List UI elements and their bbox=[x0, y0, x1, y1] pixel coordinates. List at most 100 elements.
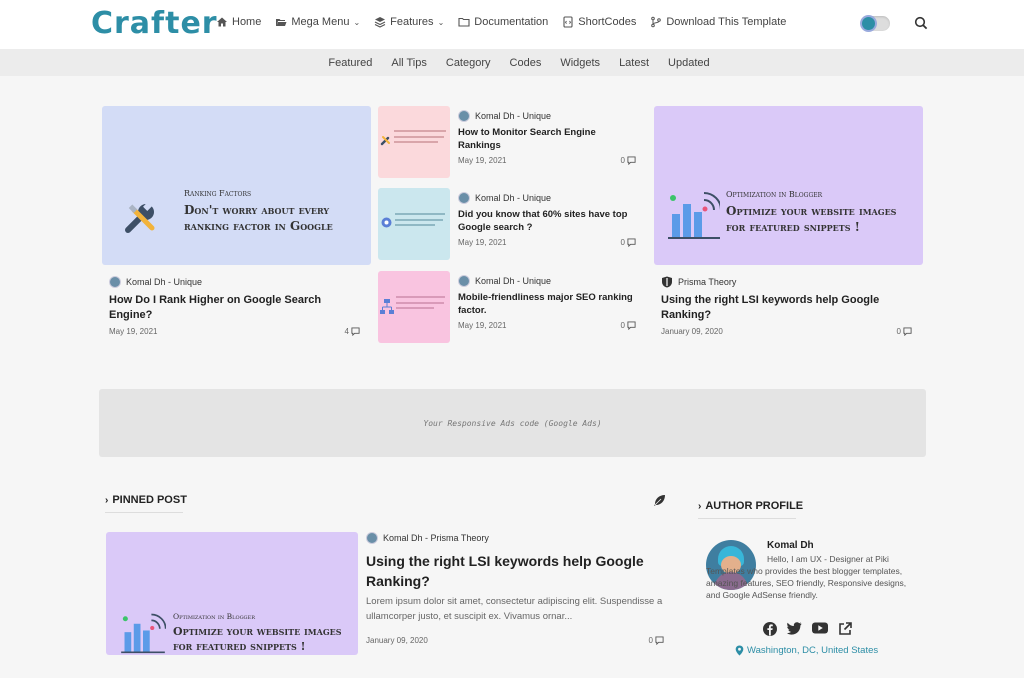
author-location[interactable]: Washington, DC, United States bbox=[735, 645, 878, 656]
comment-count[interactable]: 0 bbox=[621, 156, 636, 165]
nav-documentation[interactable]: Documentation bbox=[458, 16, 548, 28]
twitter-icon[interactable] bbox=[787, 622, 802, 635]
chevron-down-icon: ⌄ bbox=[353, 17, 361, 27]
site-header: Crafter Home Mega Menu ⌄ Features ⌄ Docu… bbox=[0, 0, 1024, 49]
chevron-right-icon: › bbox=[105, 494, 109, 506]
subnav-featured[interactable]: Featured bbox=[328, 57, 372, 69]
post-author[interactable]: Prisma Theory bbox=[661, 276, 916, 288]
post-author[interactable]: Komal Dh - Unique bbox=[109, 276, 364, 288]
subnav-codes[interactable]: Codes bbox=[510, 57, 542, 69]
comment-icon bbox=[655, 636, 664, 645]
post-title[interactable]: How Do I Rank Higher on Google Search En… bbox=[109, 293, 364, 323]
main-nav: Home Mega Menu ⌄ Features ⌄ Documentatio… bbox=[216, 16, 786, 28]
post-date: January 09, 2020 bbox=[366, 636, 428, 645]
post-title[interactable]: Using the right LSI keywords help Google… bbox=[661, 293, 916, 323]
nav-home-label: Home bbox=[232, 16, 262, 28]
nav-documentation-label: Documentation bbox=[474, 16, 549, 28]
subnav-category[interactable]: Category bbox=[446, 57, 491, 69]
location-text: Washington, DC, United States bbox=[747, 645, 879, 656]
thumb-headline-line2: ranking factor in Google bbox=[184, 219, 333, 233]
author-name[interactable]: Komal Dh bbox=[767, 540, 917, 551]
post-footer: January 09, 2020 0 bbox=[661, 327, 912, 336]
post-thumbnail[interactable] bbox=[378, 188, 450, 260]
section-underline bbox=[105, 512, 183, 513]
post-title[interactable]: Mobile-friendliness major SEO ranking fa… bbox=[458, 291, 636, 317]
author-name: Komal Dh - Unique bbox=[126, 277, 203, 287]
thumb-headline-line1: Optimize your website images bbox=[726, 204, 897, 218]
comment-count[interactable]: 0 bbox=[621, 321, 636, 330]
featured-post-left[interactable]: Ranking Factors Don't worry about every … bbox=[102, 106, 371, 336]
thumb-headline-line2: for featured snippets ! bbox=[726, 220, 860, 234]
post-author[interactable]: Komal Dh - Unique bbox=[458, 275, 636, 287]
post-date: May 19, 2021 bbox=[109, 327, 158, 336]
nav-features[interactable]: Features ⌄ bbox=[374, 16, 444, 28]
post-title[interactable]: Did you know that 60% sites have top Goo… bbox=[458, 208, 636, 234]
list-item[interactable]: Komal Dh - Unique Did you know that 60% … bbox=[378, 188, 636, 260]
pinned-post-excerpt: Lorem ipsum dolor sit amet, consectetur … bbox=[366, 596, 663, 622]
subnav-updated[interactable]: Updated bbox=[668, 57, 710, 69]
subnav-all-tips[interactable]: All Tips bbox=[391, 57, 426, 69]
thumb-kicker: Optimization in Blogger bbox=[173, 612, 255, 621]
author-name: Komal Dh - Prisma Theory bbox=[383, 533, 489, 543]
author-name: Komal Dh - Unique bbox=[475, 276, 552, 286]
folder-open-icon bbox=[276, 19, 287, 26]
toggle-knob bbox=[862, 17, 875, 30]
post-author[interactable]: Komal Dh - Unique bbox=[458, 192, 636, 204]
post-thumbnail[interactable]: Ranking Factors Don't worry about every … bbox=[102, 106, 371, 265]
home-icon bbox=[217, 17, 227, 27]
feather-icon[interactable] bbox=[653, 494, 666, 507]
subnav-widgets[interactable]: Widgets bbox=[560, 57, 600, 69]
comment-icon bbox=[351, 327, 360, 336]
thumb-kicker: Optimization in Blogger bbox=[726, 190, 823, 199]
nav-features-label: Features bbox=[390, 16, 434, 28]
post-thumbnail[interactable]: Optimization in Blogger Optimize your we… bbox=[654, 106, 923, 265]
pinned-thumbnail[interactable]: Optimization in Blogger Optimize your we… bbox=[106, 532, 358, 655]
branch-icon bbox=[651, 16, 662, 28]
comment-icon bbox=[627, 321, 636, 330]
pinned-post-title[interactable]: Using the right LSI keywords help Google… bbox=[366, 551, 664, 591]
comment-count[interactable]: 0 bbox=[621, 238, 636, 247]
post-thumbnail[interactable] bbox=[378, 271, 450, 343]
section-underline bbox=[698, 518, 796, 519]
comment-count[interactable]: 0 bbox=[649, 636, 664, 645]
post-footer: May 19, 2021 0 bbox=[458, 156, 636, 165]
bar-chart-icon bbox=[121, 613, 166, 654]
post-title[interactable]: How to Monitor Search Engine Rankings bbox=[458, 126, 636, 152]
search-icon[interactable] bbox=[914, 16, 928, 30]
avatar bbox=[458, 192, 470, 204]
post-footer: May 19, 2021 0 bbox=[458, 238, 636, 247]
post-date: May 19, 2021 bbox=[458, 238, 507, 247]
facebook-icon[interactable] bbox=[763, 622, 777, 636]
target-icon bbox=[381, 217, 392, 228]
comment-count[interactable]: 4 bbox=[345, 327, 360, 336]
nav-shortcodes[interactable]: ShortCodes bbox=[562, 16, 636, 28]
dark-mode-toggle[interactable] bbox=[861, 16, 890, 31]
nav-download-template[interactable]: Download This Template bbox=[650, 16, 786, 28]
folder-icon bbox=[458, 17, 470, 27]
post-author[interactable]: Komal Dh - Unique bbox=[458, 110, 636, 122]
chevron-right-icon: › bbox=[698, 500, 702, 512]
external-link-icon[interactable] bbox=[838, 622, 852, 636]
chevron-down-icon: ⌄ bbox=[437, 17, 445, 27]
comment-count[interactable]: 0 bbox=[897, 327, 912, 336]
post-footer: May 19, 2021 4 bbox=[109, 327, 360, 336]
avatar bbox=[109, 276, 121, 288]
comment-icon bbox=[903, 327, 912, 336]
list-item[interactable]: Komal Dh - Unique How to Monitor Search … bbox=[378, 106, 636, 178]
ad-placeholder: Your Responsive Ads code (Google Ads) bbox=[99, 389, 926, 457]
subnav-latest[interactable]: Latest bbox=[619, 57, 649, 69]
youtube-icon[interactable] bbox=[812, 622, 828, 634]
nav-mega-menu[interactable]: Mega Menu ⌄ bbox=[275, 16, 360, 28]
thumb-kicker: Ranking Factors bbox=[184, 189, 252, 198]
social-links bbox=[763, 622, 852, 636]
featured-post-right[interactable]: Optimization in Blogger Optimize your we… bbox=[654, 106, 923, 336]
sitemap-icon bbox=[380, 299, 394, 314]
post-author[interactable]: Komal Dh - Prisma Theory bbox=[366, 532, 664, 544]
site-logo[interactable]: Crafter bbox=[91, 6, 218, 41]
thumb-headline-line1: Don't worry about every bbox=[184, 203, 330, 217]
author-bio: Hello, I am UX - Designer at Piki Templa… bbox=[706, 554, 907, 600]
post-thumbnail[interactable] bbox=[378, 106, 450, 178]
bar-chart-icon bbox=[668, 192, 720, 239]
nav-home[interactable]: Home bbox=[216, 16, 261, 28]
list-item[interactable]: Komal Dh - Unique Mobile-friendliness ma… bbox=[378, 271, 636, 343]
